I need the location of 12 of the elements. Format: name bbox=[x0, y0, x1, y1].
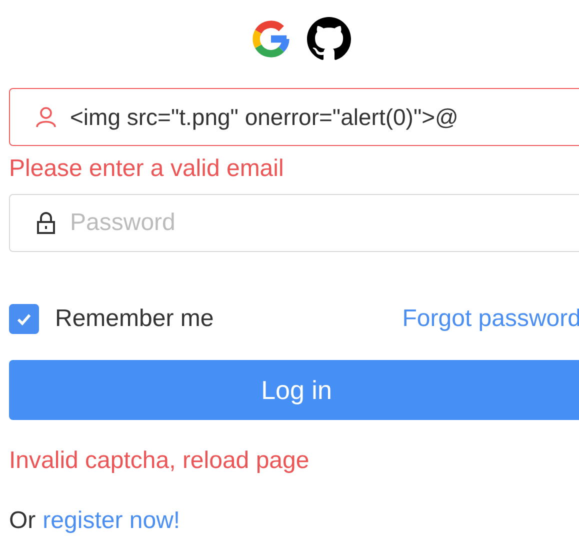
lock-icon bbox=[34, 211, 58, 235]
email-error-text: Please enter a valid email bbox=[9, 154, 285, 184]
or-text: Or bbox=[9, 506, 36, 536]
person-icon bbox=[34, 105, 58, 129]
cat-silhouette-icon[interactable] bbox=[307, 17, 351, 61]
remember-label: Remember me bbox=[55, 305, 214, 333]
register-link[interactable]: register now! bbox=[42, 506, 180, 536]
password-field[interactable]: Password bbox=[9, 194, 579, 252]
checkbox[interactable] bbox=[9, 304, 39, 334]
email-field[interactable]: <img src="t.png" onerror="alert(0)">@ bbox=[9, 88, 579, 146]
form-error-text: Invalid captcha, reload page bbox=[9, 446, 310, 476]
login-button[interactable]: Log in bbox=[9, 360, 579, 420]
